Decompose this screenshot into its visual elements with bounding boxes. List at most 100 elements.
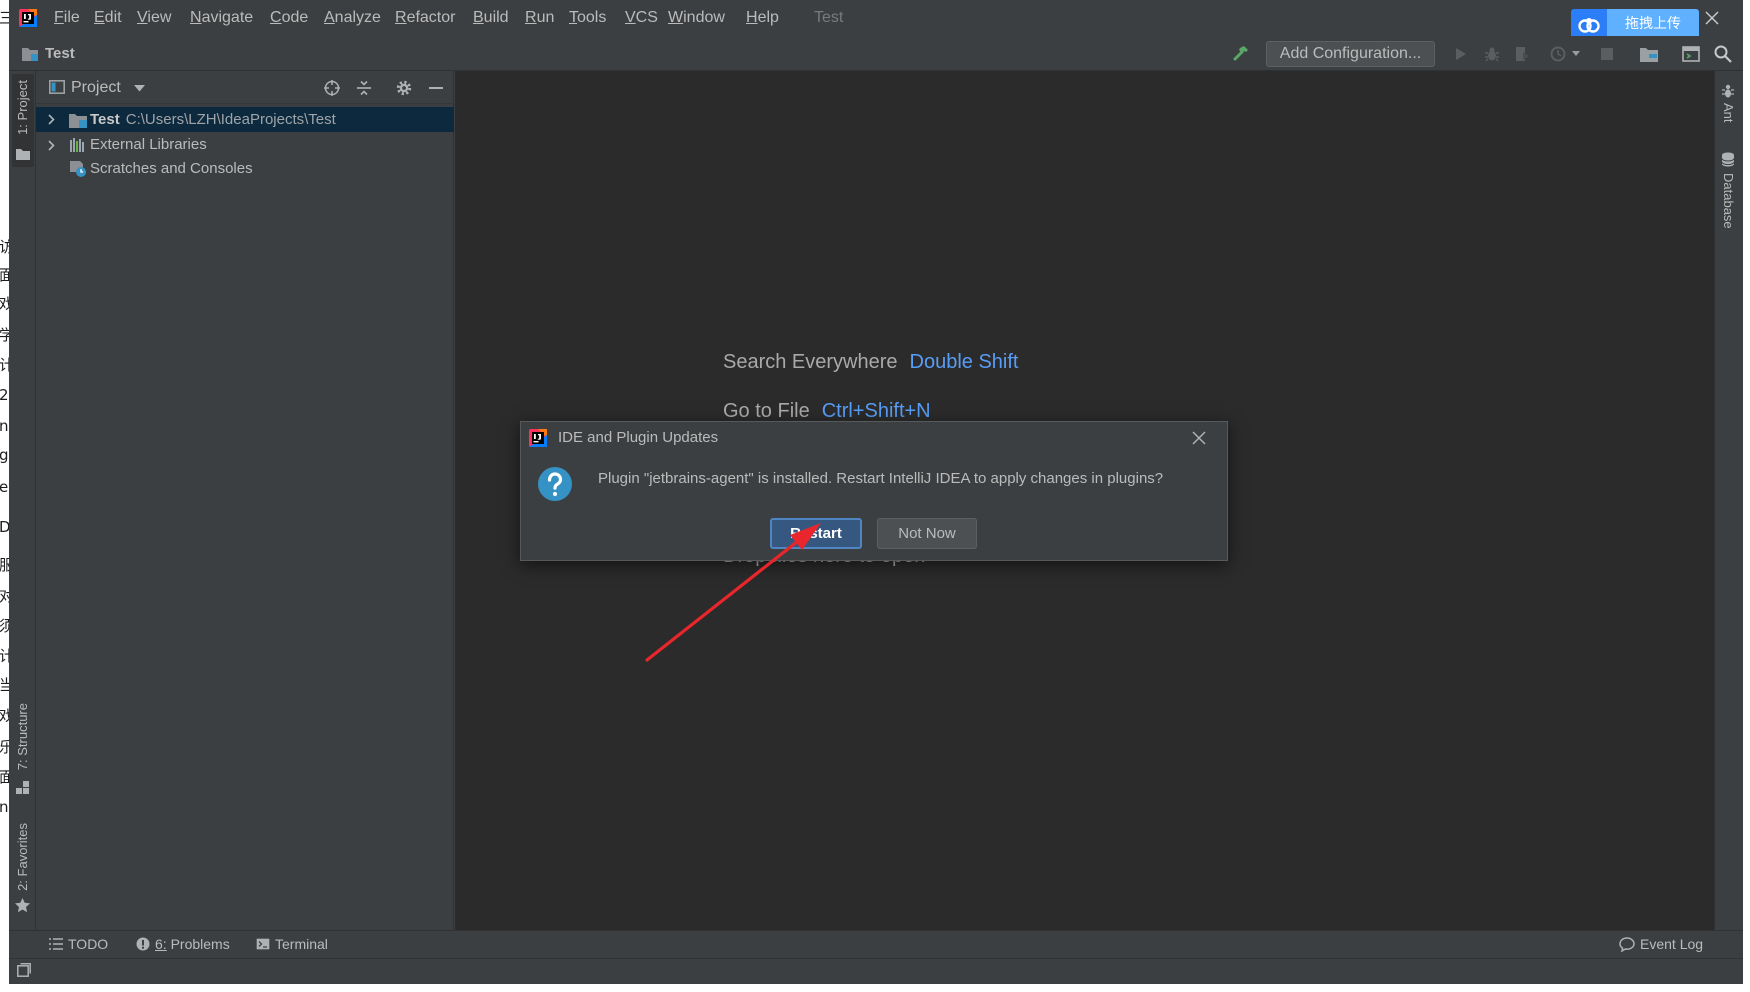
question-icon (537, 466, 573, 502)
close-icon[interactable] (1192, 431, 1206, 445)
library-icon (69, 138, 85, 152)
background-window-fragment: 面 (0, 768, 9, 786)
chevron-right-icon[interactable] (46, 114, 56, 125)
chevron-right-icon[interactable] (46, 140, 56, 151)
run-icon[interactable] (1452, 46, 1468, 62)
background-window-fragment: n (0, 798, 9, 816)
menu-refactor[interactable]: Refactor (395, 0, 455, 36)
background-window-fragment: 面 (0, 266, 9, 284)
close-icon[interactable] (1705, 11, 1719, 25)
background-window-fragment: 计 (0, 356, 9, 374)
background-window-fragment: 学 (0, 326, 9, 344)
tool-tab-terminal[interactable]: Terminal (275, 930, 328, 958)
tree-row-external-libraries[interactable]: External Libraries (36, 133, 454, 157)
intellij-logo-icon (529, 429, 547, 447)
tool-tab-structure-label[interactable]: 7: Structure (13, 703, 33, 770)
window-project-title: Test (814, 9, 844, 26)
collapse-all-icon[interactable] (356, 80, 372, 96)
menu-edit[interactable]: Edit (94, 0, 122, 36)
dialog-title: IDE and Plugin Updates (558, 429, 719, 446)
not-now-button[interactable]: Not Now (877, 518, 977, 549)
ant-icon[interactable] (1721, 84, 1735, 98)
tool-tab-problems[interactable]: 6: Problems (155, 930, 230, 958)
tool-tab-todo[interactable]: TODO (68, 930, 108, 958)
tree-row-scratches[interactable]: Scratches and Consoles (36, 157, 454, 181)
background-window-fragment: 戏 (0, 295, 9, 313)
background-window-fragment: ns (0, 417, 9, 435)
tool-tab-project-label[interactable]: 1: Project (13, 80, 33, 135)
folder-icon[interactable] (16, 148, 30, 160)
breadcrumb-project[interactable]: Test (45, 36, 75, 71)
event-log-icon[interactable] (1619, 937, 1635, 952)
debug-bug-icon[interactable] (1484, 46, 1500, 62)
background-window-fragment: 对 (0, 587, 9, 605)
build-hammer-icon[interactable] (1232, 44, 1250, 62)
menu-vcs[interactable]: VCS (625, 0, 658, 36)
coverage-icon[interactable] (1514, 46, 1530, 62)
left-tool-strip (9, 71, 36, 930)
gear-icon[interactable] (396, 80, 412, 96)
tool-tab-ant-label[interactable]: Ant (1718, 103, 1738, 123)
background-window-fragment: 访 (0, 238, 9, 256)
tree-row-label[interactable]: External Libraries (90, 133, 207, 157)
menu-help[interactable]: Help (746, 0, 779, 36)
hide-panel-icon[interactable] (428, 80, 444, 96)
tool-tab-event-log[interactable]: Event Log (1640, 930, 1703, 958)
background-window-fragment: 三 (0, 9, 9, 27)
tool-tab-favorites-label[interactable]: 2: Favorites (13, 823, 33, 891)
stop-icon[interactable] (1600, 47, 1614, 61)
run-anything-icon[interactable] (1682, 46, 1700, 62)
menu-code[interactable]: Code (270, 0, 308, 36)
background-window-fragment: 戏 (0, 707, 9, 725)
intellij-logo-icon (19, 9, 37, 27)
star-icon[interactable] (15, 898, 30, 913)
profile-icon[interactable] (1550, 46, 1566, 62)
restart-button[interactable]: Restart (770, 518, 862, 549)
toggle-tool-windows-icon[interactable] (17, 963, 31, 977)
locate-crosshair-icon[interactable] (323, 79, 341, 97)
background-window-fragment: 2 (0, 386, 9, 404)
project-structure-icon[interactable] (1640, 46, 1658, 62)
navigation-toolbar (9, 36, 1743, 71)
background-window-fragment: 计 (0, 647, 9, 665)
problems-exclamation-icon[interactable] (136, 937, 150, 951)
background-window-fragment: gs (0, 446, 9, 464)
project-path: C:\Users\LZH\IdeaProjects\Test (125, 111, 336, 128)
tool-tab-database-label[interactable]: Database (1718, 173, 1738, 229)
tree-row-label[interactable]: Scratches and Consoles (90, 157, 253, 181)
menu-navigate[interactable]: Navigate (190, 0, 253, 36)
dialog-message: Plugin "jetbrains-agent" is installed. R… (598, 470, 1164, 487)
menu-file[interactable]: File (54, 0, 80, 36)
menu-build[interactable]: Build (473, 0, 509, 36)
hint-search-everywhere: Search Everywhere Double Shift (723, 349, 1019, 375)
menu-tools[interactable]: Tools (569, 0, 606, 36)
background-window-fragment: 须 (0, 617, 9, 635)
status-bar (9, 958, 1743, 984)
project-name: Test (90, 111, 120, 128)
database-icon[interactable] (1721, 152, 1735, 167)
menu-run[interactable]: Run (525, 0, 554, 36)
chevron-down-icon[interactable] (134, 85, 145, 92)
search-icon[interactable] (1714, 45, 1732, 63)
tree-row-label[interactable]: Test C:\Users\LZH\IdeaProjects\Test (90, 107, 336, 132)
background-window-fragment: 服 (0, 556, 9, 574)
hint-label: Search Everywhere (723, 351, 898, 373)
screen: 三 访 面 戏 学 计 2 ns gs ey D 服 对 须 计 当 戏 乐 面… (0, 0, 1750, 992)
project-view-selector[interactable]: Project (71, 71, 121, 104)
menu-view[interactable]: View (137, 0, 171, 36)
project-view-icon (49, 80, 65, 94)
background-window-fragment: 当 (0, 676, 9, 694)
terminal-icon[interactable] (256, 938, 270, 950)
project-folder-icon (22, 47, 38, 61)
project-panel (36, 71, 454, 930)
chevron-down-icon[interactable] (1572, 51, 1580, 57)
menu-window[interactable]: Window (668, 0, 725, 36)
menu-analyze[interactable]: Analyze (324, 0, 381, 36)
background-window-fragment: ey (0, 478, 9, 496)
module-folder-icon (69, 112, 87, 128)
hint-shortcut: Double Shift (909, 351, 1019, 373)
todo-list-icon[interactable] (49, 938, 63, 950)
add-configuration-button[interactable]: Add Configuration... (1266, 41, 1435, 67)
structure-icon[interactable] (16, 781, 30, 795)
tree-row-project[interactable]: Test C:\Users\LZH\IdeaProjects\Test (36, 107, 454, 132)
